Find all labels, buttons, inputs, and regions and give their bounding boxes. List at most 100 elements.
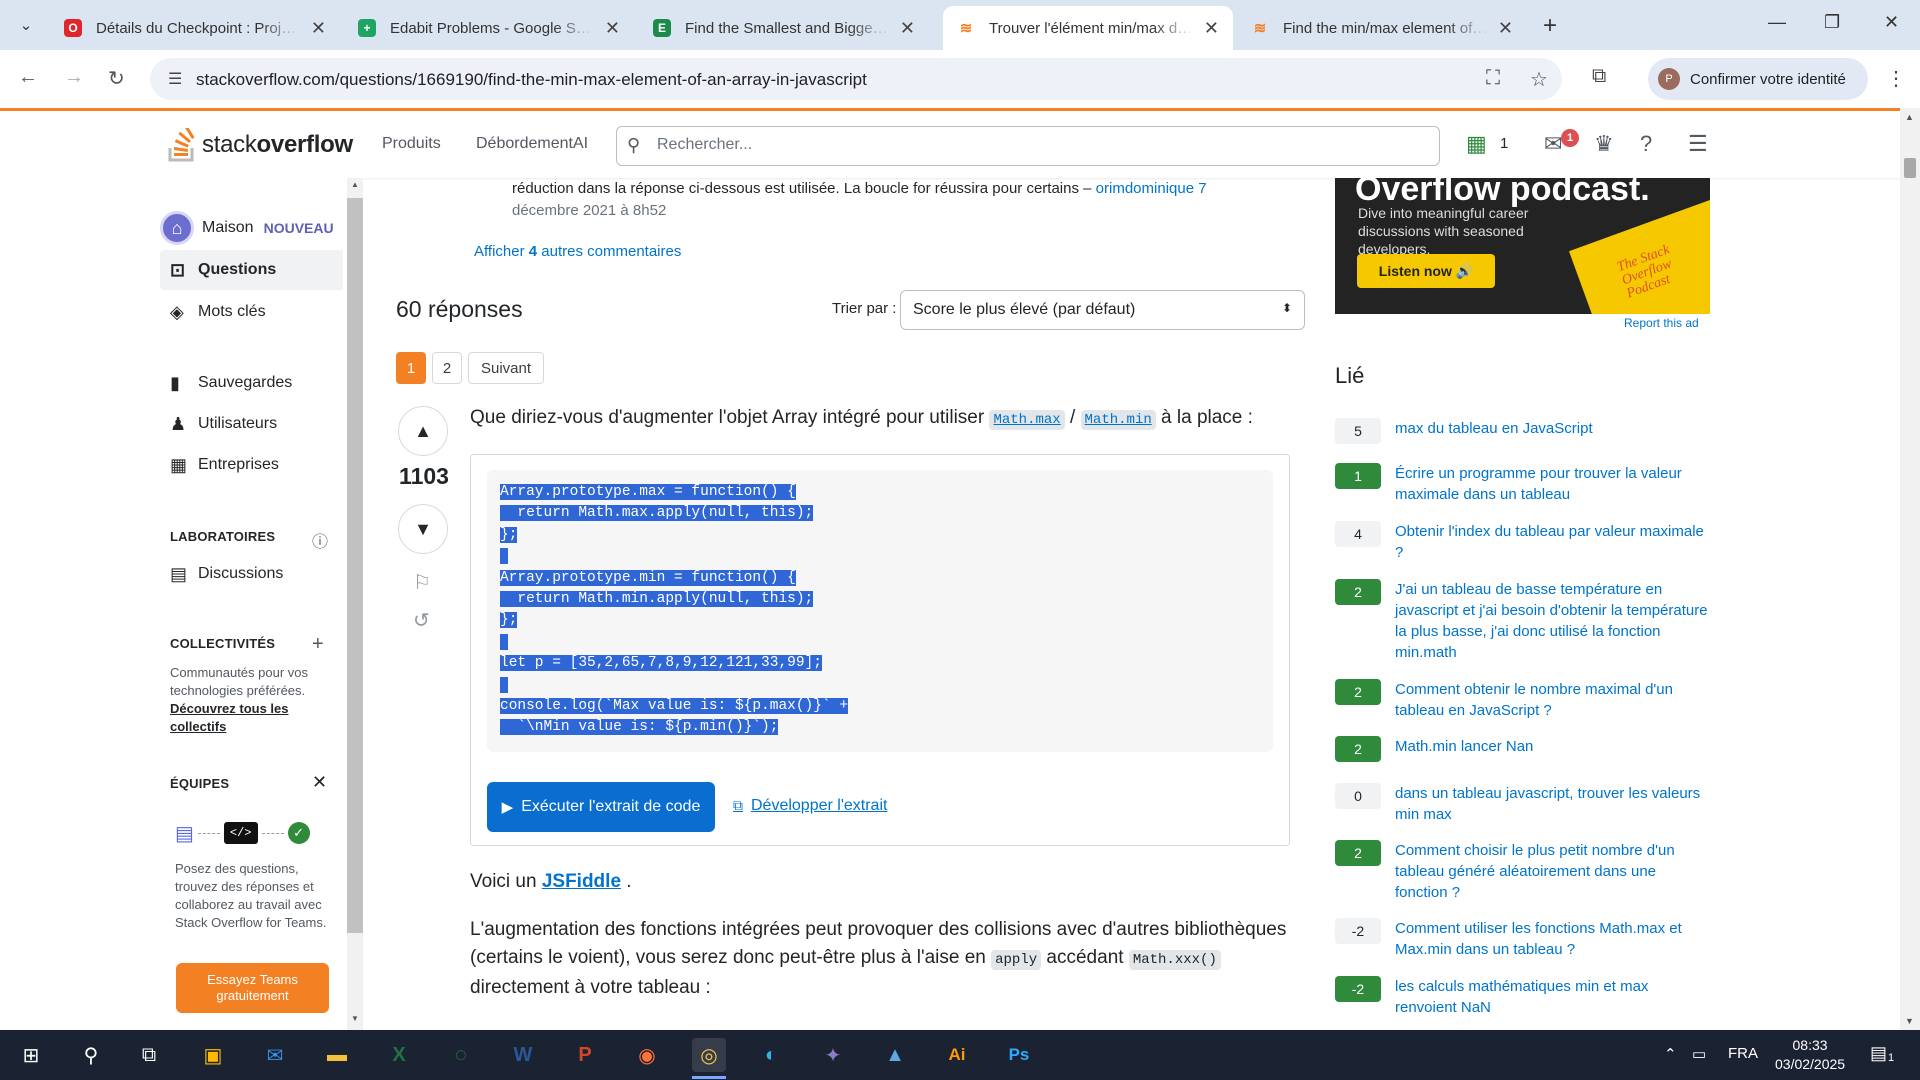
- bookmark-icon[interactable]: ⚐: [413, 570, 431, 595]
- page-2[interactable]: 2: [432, 352, 462, 384]
- podcast-ad[interactable]: Overflow podcast. Dive into meaningful c…: [1335, 178, 1710, 314]
- photoshop-icon[interactable]: Ps: [1002, 1038, 1036, 1072]
- windows-start-icon[interactable]: ⊞: [14, 1038, 48, 1072]
- next-page[interactable]: Suivant: [468, 352, 544, 384]
- firefox-icon[interactable]: ◉: [630, 1038, 664, 1072]
- nav-companies[interactable]: ▦ Entreprises: [170, 445, 279, 485]
- extensions-icon[interactable]: ⧉: [1592, 65, 1606, 88]
- stackoverflow-logo[interactable]: stackoverflow: [168, 125, 353, 165]
- sort-select[interactable]: Score le plus élevé (par défaut) ⬍: [900, 290, 1305, 330]
- browser-tab-active[interactable]: ≋ Trouver l'élément min/max d'un tableau…: [943, 6, 1233, 50]
- close-tab-icon[interactable]: ✕: [900, 18, 915, 39]
- math-max-link[interactable]: Math.max: [989, 410, 1065, 430]
- comment-user-link[interactable]: orimdominique: [1096, 180, 1194, 197]
- app-icon[interactable]: ◌: [444, 1038, 478, 1072]
- nav-home[interactable]: ⌂ Maison NOUVEAU: [160, 208, 334, 248]
- related-link[interactable]: Math.min lancer Nan: [1395, 736, 1710, 757]
- show-more-comments-link[interactable]: Afficher 4 autres commentaires: [474, 243, 681, 260]
- browser-tab[interactable]: O Détails du Checkpoint : Projet 1 ✕: [50, 6, 340, 50]
- nav-saves[interactable]: ▮ Sauvegardes: [170, 363, 292, 403]
- powerpoint-icon[interactable]: P: [568, 1038, 602, 1072]
- notifications-icon[interactable]: ▤: [1870, 1043, 1887, 1064]
- upvote-button[interactable]: ▲: [398, 406, 448, 456]
- tab-search-button[interactable]: ⌄: [10, 9, 42, 41]
- nav-questions[interactable]: ⊡ Questions: [160, 250, 343, 290]
- help-icon[interactable]: ?: [1640, 131, 1652, 157]
- try-teams-button[interactable]: Essayez Teams gratuitement: [176, 963, 329, 1013]
- info-icon[interactable]: ⓘ: [312, 528, 328, 552]
- browser-tab[interactable]: E Find the Smallest and Biggest Numbers …: [639, 6, 929, 50]
- search-box[interactable]: ⚲: [616, 126, 1440, 166]
- close-tab-icon[interactable]: ✕: [605, 18, 620, 39]
- photos-icon[interactable]: ▲: [878, 1038, 912, 1072]
- page-1[interactable]: 1: [396, 352, 426, 384]
- close-icon[interactable]: ✕: [312, 772, 327, 793]
- site-info-icon[interactable]: ☰: [168, 69, 182, 89]
- word-icon[interactable]: W: [506, 1038, 540, 1072]
- new-tab-button[interactable]: +: [1543, 12, 1557, 40]
- inbox-icon[interactable]: ✉: [1544, 131, 1562, 157]
- reload-icon[interactable]: ↻: [108, 66, 125, 91]
- nav-tags[interactable]: ◈ Mots clés: [170, 292, 266, 332]
- page-scrollbar[interactable]: ▲ ▼: [1900, 108, 1920, 1030]
- clock[interactable]: 08:33 03/02/2025: [1775, 1036, 1845, 1074]
- close-tab-icon[interactable]: ✕: [311, 18, 326, 39]
- close-tab-icon[interactable]: ✕: [1498, 18, 1513, 39]
- related-link[interactable]: Obtenir l'index du tableau par valeur ma…: [1395, 521, 1710, 563]
- scroll-down-arrow[interactable]: ▼: [1905, 1016, 1914, 1026]
- achievements-icon[interactable]: ♛: [1594, 131, 1614, 157]
- mail-icon[interactable]: ✉: [258, 1038, 292, 1072]
- browser-tab[interactable]: ≋ Find the min/max element of an array ✕: [1237, 6, 1527, 50]
- close-tab-icon[interactable]: ✕: [1204, 18, 1219, 39]
- translate-icon[interactable]: ⛶: [1486, 67, 1500, 90]
- site-switcher-icon[interactable]: ☰: [1688, 131, 1708, 157]
- jsfiddle-link[interactable]: JSFiddle: [542, 871, 621, 892]
- language-indicator[interactable]: FRA: [1728, 1045, 1758, 1062]
- related-link[interactable]: les calculs mathématiques min et max ren…: [1395, 976, 1710, 1018]
- report-ad-link[interactable]: Report this ad: [1624, 316, 1699, 330]
- maximize-icon[interactable]: ❐: [1824, 12, 1840, 33]
- related-link[interactable]: Comment utiliser les fonctions Math.max …: [1395, 918, 1710, 960]
- related-link[interactable]: Comment obtenir le nombre maximal d'un t…: [1395, 679, 1710, 721]
- scrollbar-thumb[interactable]: [1904, 158, 1916, 178]
- collectives-link[interactable]: Découvrez tous les collectifs: [170, 701, 289, 734]
- math-min-link[interactable]: Math.min: [1080, 410, 1156, 430]
- related-link[interactable]: Comment choisir le plus petit nombre d'u…: [1395, 840, 1710, 903]
- tray-chevron-icon[interactable]: ⌃: [1664, 1045, 1677, 1063]
- related-link[interactable]: J'ai un tableau de basse température en …: [1395, 579, 1710, 663]
- store-icon[interactable]: ▣: [196, 1038, 230, 1072]
- browser-tab[interactable]: + Edabit Problems - Google Sheets ✕: [344, 6, 634, 50]
- illustrator-icon[interactable]: Ai: [940, 1038, 974, 1072]
- chrome-icon[interactable]: ◎: [692, 1038, 726, 1072]
- app-icon[interactable]: ✦: [816, 1038, 850, 1072]
- scroll-up-arrow[interactable]: ▲: [1905, 112, 1914, 122]
- history-icon[interactable]: ↺: [413, 608, 430, 633]
- network-icon[interactable]: ▭: [1692, 1045, 1706, 1063]
- expand-snippet-link[interactable]: ⧉ Développer l'extrait: [733, 797, 887, 815]
- search-icon[interactable]: ⚲: [74, 1038, 108, 1072]
- close-window-icon[interactable]: ✕: [1884, 12, 1899, 33]
- back-icon[interactable]: ←: [18, 66, 38, 89]
- address-bar[interactable]: ☰ stackoverflow.com/questions/1669190/fi…: [150, 58, 1562, 100]
- scroll-up-arrow[interactable]: ▲: [351, 180, 359, 189]
- search-input[interactable]: [657, 136, 1417, 154]
- related-link[interactable]: Écrire un programme pour trouver la vale…: [1395, 463, 1710, 505]
- related-link[interactable]: max du tableau en JavaScript: [1395, 418, 1710, 439]
- run-snippet-button[interactable]: ▶ Exécuter l'extrait de code: [487, 782, 715, 832]
- bookmark-star-icon[interactable]: ☆: [1530, 67, 1548, 92]
- identity-button[interactable]: P Confirmer votre identité: [1648, 58, 1868, 100]
- nav-overflowai[interactable]: DébordementAI: [476, 135, 588, 153]
- listen-now-button[interactable]: Listen now 🔊: [1357, 254, 1495, 288]
- nav-users[interactable]: ♟ Utilisateurs: [170, 404, 277, 444]
- avatar[interactable]: ▦: [1466, 131, 1487, 157]
- browser-menu-icon[interactable]: ⋮: [1886, 66, 1906, 91]
- related-link[interactable]: dans un tableau javascript, trouver les …: [1395, 783, 1710, 825]
- minimize-icon[interactable]: —: [1768, 12, 1786, 33]
- nav-products[interactable]: Produits: [382, 135, 441, 153]
- file-explorer-icon[interactable]: ▬: [320, 1038, 354, 1072]
- downvote-button[interactable]: ▼: [398, 504, 448, 554]
- task-view-icon[interactable]: ⧉: [132, 1038, 166, 1072]
- scroll-down-arrow[interactable]: ▼: [351, 1014, 359, 1023]
- excel-icon[interactable]: X: [382, 1038, 416, 1072]
- code-block[interactable]: Array.prototype.max = function() { retur…: [487, 470, 1273, 752]
